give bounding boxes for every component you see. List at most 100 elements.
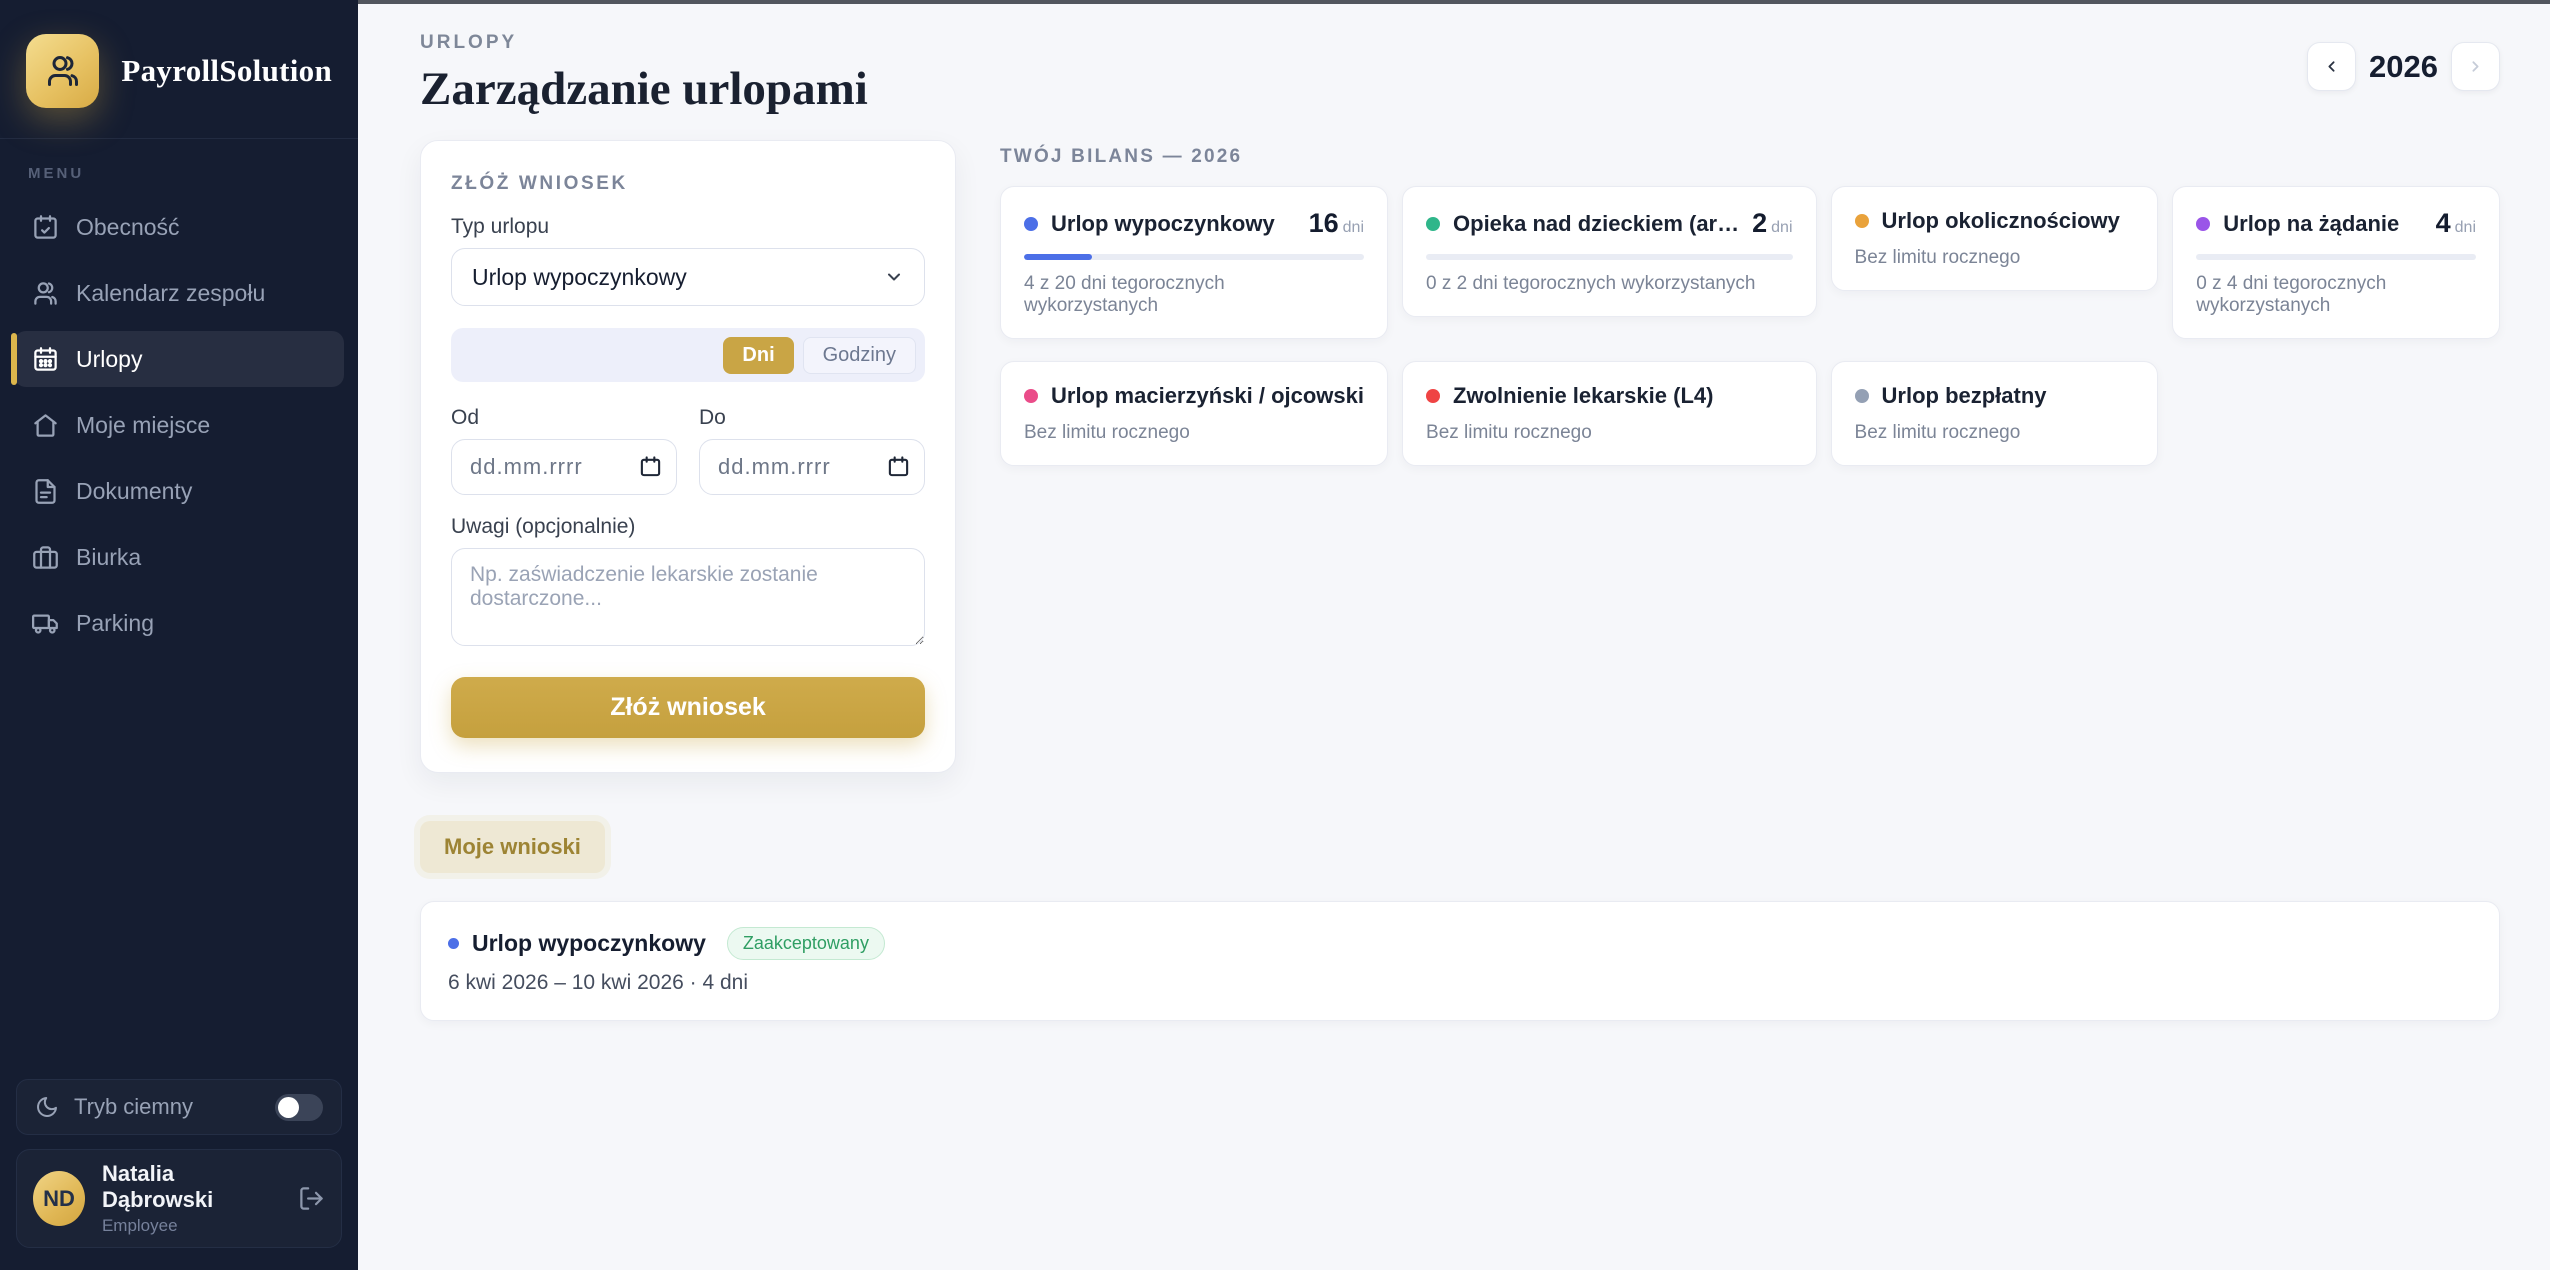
- balance-card-subtext: Bez limitu rocznego: [1024, 422, 1364, 444]
- user-info: Natalia Dąbrowski Employee: [102, 1161, 281, 1236]
- balance-card-title: Urlop wypoczynkowy: [1051, 211, 1296, 237]
- sidebar-item-moje-miejsce[interactable]: Moje miejsce: [14, 397, 344, 453]
- sidebar-item-label: Dokumenty: [76, 478, 192, 505]
- balance-days-unit: dni: [1343, 219, 1364, 236]
- balance-days-value: 4: [2436, 208, 2451, 238]
- prev-year-button[interactable]: [2307, 42, 2356, 91]
- breadcrumb-eyebrow: URLOPY: [420, 32, 868, 54]
- calendar-picker-icon[interactable]: [887, 455, 910, 478]
- briefcase-icon: [32, 544, 59, 571]
- balance-card-title: Urlop okolicznościowy: [1882, 208, 2135, 234]
- users-icon: [32, 280, 59, 307]
- notes-textarea[interactable]: [451, 548, 925, 646]
- balance-card-subtext: Bez limitu rocznego: [1855, 247, 2135, 269]
- progress-track: [1024, 254, 1364, 260]
- balance-card-title: Urlop bezpłatny: [1882, 383, 2135, 409]
- mode-hours-button[interactable]: Godziny: [803, 337, 916, 374]
- sidebar-item-biurka[interactable]: Biurka: [14, 529, 344, 585]
- dark-mode-label: Tryb ciemny: [74, 1094, 193, 1120]
- menu-section-label: MENU: [28, 165, 358, 182]
- year-navigator: 2026: [2307, 42, 2500, 91]
- balance-card-urlop-wypoczynkowy: Urlop wypoczynkowy 16dni 4 z 20 dni tego…: [1000, 186, 1388, 339]
- mode-segmented-control: Dni Godziny: [451, 328, 925, 382]
- leave-type-dot: [1024, 217, 1038, 231]
- request-type: Urlop wypoczynkowy: [472, 930, 706, 957]
- content-row: ZŁÓŻ WNIOSEK Typ urlopu Urlop wypoczynko…: [420, 140, 2500, 773]
- leave-type-dot: [1855, 389, 1869, 403]
- submit-request-button[interactable]: Złóż wniosek: [451, 677, 925, 738]
- sidebar-item-label: Kalendarz zespołu: [76, 280, 265, 307]
- notes-label: Uwagi (opcjonalnie): [451, 515, 925, 539]
- sidebar-item-label: Urlopy: [76, 346, 142, 373]
- dark-mode-row[interactable]: Tryb ciemny: [16, 1079, 342, 1135]
- next-year-button[interactable]: [2451, 42, 2500, 91]
- balance-section: TWÓJ BILANS — 2026 Urlop wypoczynkowy 16…: [1000, 140, 2500, 466]
- brand-logo-users-icon: [26, 34, 99, 108]
- progress-fill: [1024, 254, 1092, 260]
- leave-type-dot: [1024, 389, 1038, 403]
- user-card[interactable]: ND Natalia Dąbrowski Employee: [16, 1149, 342, 1248]
- form-section-label: ZŁÓŻ WNIOSEK: [451, 173, 925, 195]
- balance-card-subtext: Bez limitu rocznego: [1855, 422, 2135, 444]
- logout-icon: [298, 1185, 325, 1212]
- balance-card-title: Zwolnienie lekarskie (L4): [1453, 383, 1793, 409]
- balance-card-urlop-bezplatny: Urlop bezpłatny Bez limitu rocznego: [1831, 361, 2159, 466]
- balance-card-opieka-nad-dzieckiem: Opieka nad dzieckiem (ar… 2dni 0 z 2 dni…: [1402, 186, 1817, 317]
- balance-days-unit: dni: [2455, 219, 2476, 236]
- sidebar-item-label: Obecność: [76, 214, 180, 241]
- chevron-right-icon: [2467, 58, 2484, 75]
- mode-days-button[interactable]: Dni: [723, 337, 793, 374]
- sidebar-nav: Obecność Kalendarz zespołu Urlopy Moje m…: [0, 194, 358, 656]
- document-icon: [32, 478, 59, 505]
- leave-type-dot: [448, 938, 459, 949]
- sidebar-item-label: Moje miejsce: [76, 412, 210, 439]
- car-icon: [32, 610, 59, 637]
- sidebar-item-kalendarz-zespolu[interactable]: Kalendarz zespołu: [14, 265, 344, 321]
- avatar: ND: [33, 1171, 85, 1226]
- balance-card-subtext: 0 z 4 dni tegorocznych wykorzystanych: [2196, 273, 2476, 317]
- page-heading: URLOPY Zarządzanie urlopami: [420, 4, 868, 116]
- balance-cards-grid: Urlop wypoczynkowy 16dni 4 z 20 dni tego…: [1000, 186, 2500, 466]
- leave-type-value: Urlop wypoczynkowy: [472, 264, 687, 291]
- sidebar-item-obecnosc[interactable]: Obecność: [14, 199, 344, 255]
- balance-card-title: Urlop na żądanie: [2223, 211, 2422, 237]
- sidebar-bottom: Tryb ciemny ND Natalia Dąbrowski Employe…: [16, 1079, 342, 1248]
- topbar: URLOPY Zarządzanie urlopami 2026: [420, 4, 2500, 116]
- balance-days-value: 2: [1752, 208, 1767, 238]
- calendar-picker-icon[interactable]: [639, 455, 662, 478]
- leave-request-form: ZŁÓŻ WNIOSEK Typ urlopu Urlop wypoczynko…: [420, 140, 956, 773]
- home-icon: [32, 412, 59, 439]
- sidebar-divider: [0, 138, 358, 139]
- balance-card-subtext: Bez limitu rocznego: [1426, 422, 1793, 444]
- from-label: Od: [451, 406, 677, 430]
- sidebar-item-dokumenty[interactable]: Dokumenty: [14, 463, 344, 519]
- leave-type-dot: [1426, 217, 1440, 231]
- sidebar: PayrollSolution MENU Obecność Kalendarz …: [0, 0, 358, 1270]
- brand-name: PayrollSolution: [121, 53, 332, 89]
- sidebar-item-parking[interactable]: Parking: [14, 595, 344, 651]
- leave-type-select[interactable]: Urlop wypoczynkowy: [451, 248, 925, 306]
- main-content: URLOPY Zarządzanie urlopami 2026 ZŁÓŻ WN…: [358, 0, 2550, 1270]
- sidebar-item-urlopy[interactable]: Urlopy: [14, 331, 344, 387]
- leave-type-dot: [1426, 389, 1440, 403]
- balance-card-urlop-macierzynski: Urlop macierzyński / ojcowski Bez limitu…: [1000, 361, 1388, 466]
- sidebar-item-label: Biurka: [76, 544, 141, 571]
- dates-row: Od Do: [451, 386, 925, 495]
- progress-track: [2196, 254, 2476, 260]
- chevron-down-icon: [884, 267, 904, 287]
- chevron-left-icon: [2323, 58, 2340, 75]
- dark-mode-toggle[interactable]: [275, 1094, 323, 1121]
- moon-icon: [35, 1095, 59, 1119]
- tab-moje-wnioski[interactable]: Moje wnioski: [420, 821, 605, 873]
- request-list-item: Urlop wypoczynkowy Zaakceptowany 6 kwi 2…: [420, 901, 2500, 1021]
- leave-type-dot: [1855, 214, 1869, 228]
- balance-days-unit: dni: [1771, 219, 1792, 236]
- leave-type-dot: [2196, 217, 2210, 231]
- balance-card-title: Urlop macierzyński / ojcowski: [1051, 383, 1364, 409]
- sidebar-item-label: Parking: [76, 610, 154, 637]
- user-name: Natalia Dąbrowski: [102, 1161, 281, 1213]
- date-from-col: Od: [451, 386, 677, 495]
- page-title: Zarządzanie urlopami: [420, 62, 868, 116]
- type-label: Typ urlopu: [451, 215, 925, 239]
- logout-button[interactable]: [298, 1185, 325, 1212]
